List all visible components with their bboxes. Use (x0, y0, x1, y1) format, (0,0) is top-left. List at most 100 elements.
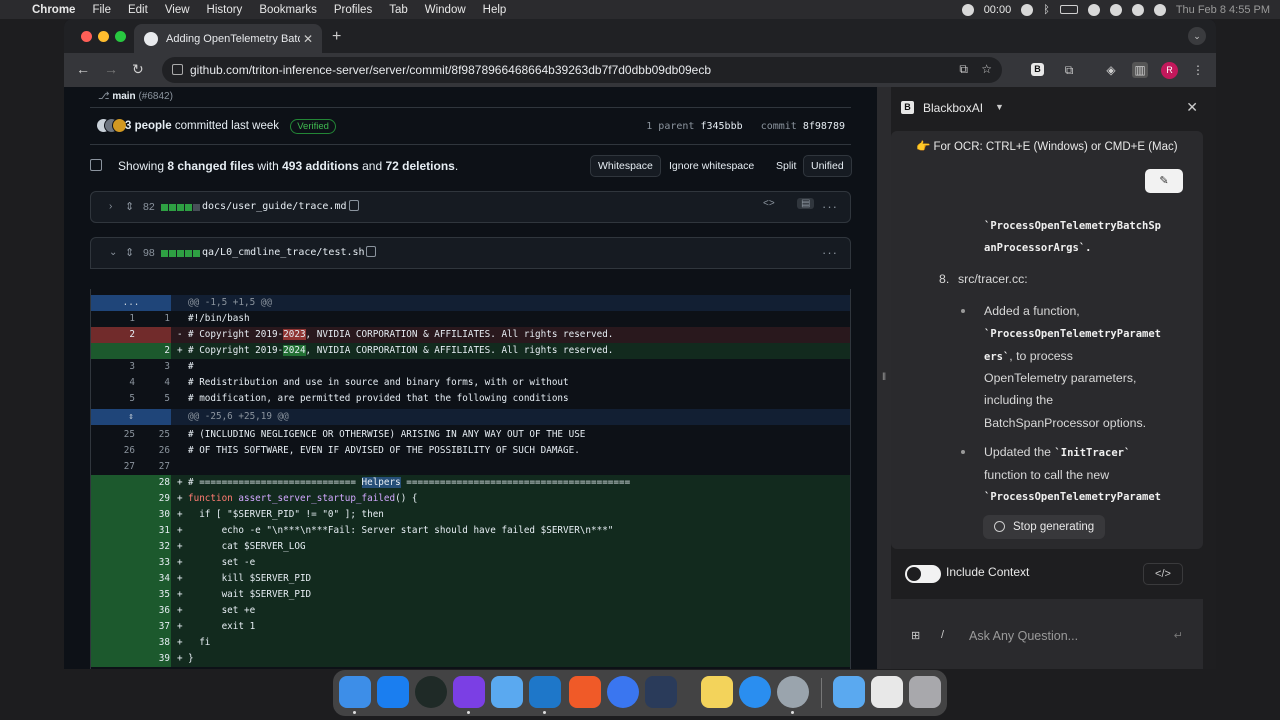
panel-resize-handle[interactable]: ‖ (877, 87, 891, 669)
site-info-icon[interactable] (172, 64, 183, 75)
menu-window[interactable]: Window (425, 4, 466, 16)
chevron-down-icon[interactable]: ⌄ (109, 247, 117, 258)
app-store-icon[interactable] (377, 676, 409, 708)
bookmark-star-icon[interactable]: ☆ (981, 62, 992, 76)
signal-icon[interactable] (607, 676, 639, 708)
code-view-icon[interactable]: <> (763, 198, 775, 209)
new-line-number[interactable]: 25 (134, 427, 170, 443)
reload-icon[interactable]: ↻ (132, 61, 144, 78)
menu-tab[interactable]: Tab (389, 4, 408, 16)
new-line-number[interactable]: 27 (134, 459, 170, 475)
code-button[interactable]: </> (1143, 563, 1183, 585)
minimize-window-button[interactable] (98, 31, 109, 42)
more-options-icon[interactable]: ··· (822, 199, 838, 214)
author-avatars[interactable] (96, 118, 127, 134)
expand-icon[interactable]: ⇕ (125, 246, 134, 259)
new-line-number[interactable]: 31 (134, 523, 170, 539)
chevron-right-icon[interactable]: › (109, 201, 112, 212)
tab-search-icon[interactable]: ⌄ (1188, 27, 1206, 45)
extensions-icon[interactable]: ⧉ (1061, 62, 1077, 78)
new-line-number[interactable]: 39 (134, 651, 170, 667)
old-line-number[interactable]: 5 (99, 391, 135, 407)
more-options-icon[interactable]: ··· (822, 245, 838, 260)
brave-icon[interactable] (569, 676, 601, 708)
status-icon[interactable] (1021, 3, 1034, 16)
finder-icon[interactable] (339, 676, 371, 708)
back-icon[interactable]: ← (76, 61, 90, 77)
browser-tab-active[interactable]: Adding OpenTelemetry Batch ✕ (134, 24, 322, 53)
copy-icon[interactable] (366, 246, 376, 257)
cast-icon[interactable]: ⧉ (959, 62, 968, 77)
folder-icon[interactable] (491, 676, 523, 708)
menu-help[interactable]: Help (483, 4, 507, 16)
people-link[interactable]: 3 people (125, 120, 172, 132)
control-center-icon[interactable] (1131, 3, 1144, 16)
ask-input-placeholder[interactable]: Ask Any Question... (969, 629, 1078, 643)
old-line-number[interactable]: 27 (99, 459, 135, 475)
new-line-number[interactable]: 26 (134, 443, 170, 459)
siri-icon[interactable] (1153, 3, 1166, 16)
chevron-down-icon[interactable]: ▼ (995, 102, 1004, 112)
file-path[interactable]: qa/L0_cmdline_trace/test.sh (202, 247, 365, 258)
forward-icon[interactable]: → (104, 61, 118, 77)
expand-up-button[interactable]: ... (91, 295, 171, 311)
send-icon[interactable]: ↵ (1174, 629, 1183, 642)
file-header-trace-md[interactable]: › ⇕ 82 docs/user_guide/trace.md <> ▤ ··· (90, 191, 851, 223)
new-line-number[interactable]: 33 (134, 555, 170, 571)
record-icon[interactable] (961, 3, 974, 16)
new-line-number[interactable]: 38 (134, 635, 170, 651)
close-panel-icon[interactable]: ✕ (1186, 99, 1198, 116)
link-icon[interactable] (1087, 3, 1100, 16)
github-desktop-icon[interactable] (453, 676, 485, 708)
close-window-button[interactable] (81, 31, 92, 42)
old-line-number[interactable]: 2 (99, 327, 135, 343)
menu-history[interactable]: History (207, 4, 243, 16)
side-panel-icon[interactable]: ▥ (1132, 62, 1148, 78)
whitespace-button[interactable]: Whitespace (590, 155, 661, 177)
new-line-number[interactable]: 32 (134, 539, 170, 555)
add-icon[interactable]: ⊞ (911, 629, 920, 642)
downloads-folder-icon[interactable] (833, 676, 865, 708)
old-line-number[interactable]: 1 (99, 311, 135, 327)
stop-generating-button[interactable]: Stop generating (983, 515, 1105, 539)
document-icon[interactable] (871, 676, 903, 708)
old-line-number[interactable]: 3 (99, 359, 135, 375)
new-line-number[interactable]: 5 (134, 391, 170, 407)
bluetooth-icon[interactable]: ᛒ (1043, 4, 1050, 16)
profile-avatar[interactable]: R (1161, 62, 1178, 79)
zoom-window-button[interactable] (115, 31, 126, 42)
menu-bookmarks[interactable]: Bookmarks (259, 4, 317, 16)
safari-icon[interactable] (739, 676, 771, 708)
ask-input-box[interactable]: ⊞ / Ask Any Question... ↵ (891, 599, 1203, 669)
new-line-number[interactable]: 4 (134, 375, 170, 391)
datetime[interactable]: Thu Feb 8 4:55 PM (1176, 4, 1270, 16)
new-line-number[interactable]: 1 (134, 311, 170, 327)
copy-icon[interactable] (349, 200, 359, 211)
old-line-number[interactable]: 4 (99, 375, 135, 391)
old-line-number[interactable]: 26 (99, 443, 135, 459)
old-line-number[interactable]: 25 (99, 427, 135, 443)
new-line-number[interactable]: 34 (134, 571, 170, 587)
pr-link[interactable]: (#6842) (138, 91, 172, 102)
notes-icon[interactable] (701, 676, 733, 708)
ignore-whitespace-button[interactable]: Ignore whitespace (661, 155, 762, 177)
panel-title[interactable]: BlackboxAI (923, 101, 983, 115)
close-tab-icon[interactable]: ✕ (300, 32, 316, 46)
new-line-number[interactable]: 2 (134, 343, 170, 359)
include-context-toggle[interactable] (905, 565, 941, 583)
vscode-icon[interactable] (529, 676, 561, 708)
file-path[interactable]: docs/user_guide/trace.md (202, 201, 347, 212)
extension-b-icon[interactable]: B (1031, 63, 1044, 76)
slash-command-button[interactable]: / (941, 629, 944, 641)
mongodb-compass-icon[interactable] (415, 676, 447, 708)
menu-view[interactable]: View (165, 4, 190, 16)
parent-hash[interactable]: f345bbb (700, 121, 742, 132)
chrome-icon[interactable] (777, 676, 809, 708)
trash-icon[interactable] (909, 676, 941, 708)
split-view-button[interactable]: Split (768, 155, 804, 177)
new-line-number[interactable]: 37 (134, 619, 170, 635)
new-line-number[interactable]: 30 (134, 507, 170, 523)
branch-name[interactable]: main (112, 91, 135, 102)
new-tab-icon[interactable]: + (332, 28, 341, 46)
extension-icon[interactable]: ◈ (1103, 62, 1119, 78)
